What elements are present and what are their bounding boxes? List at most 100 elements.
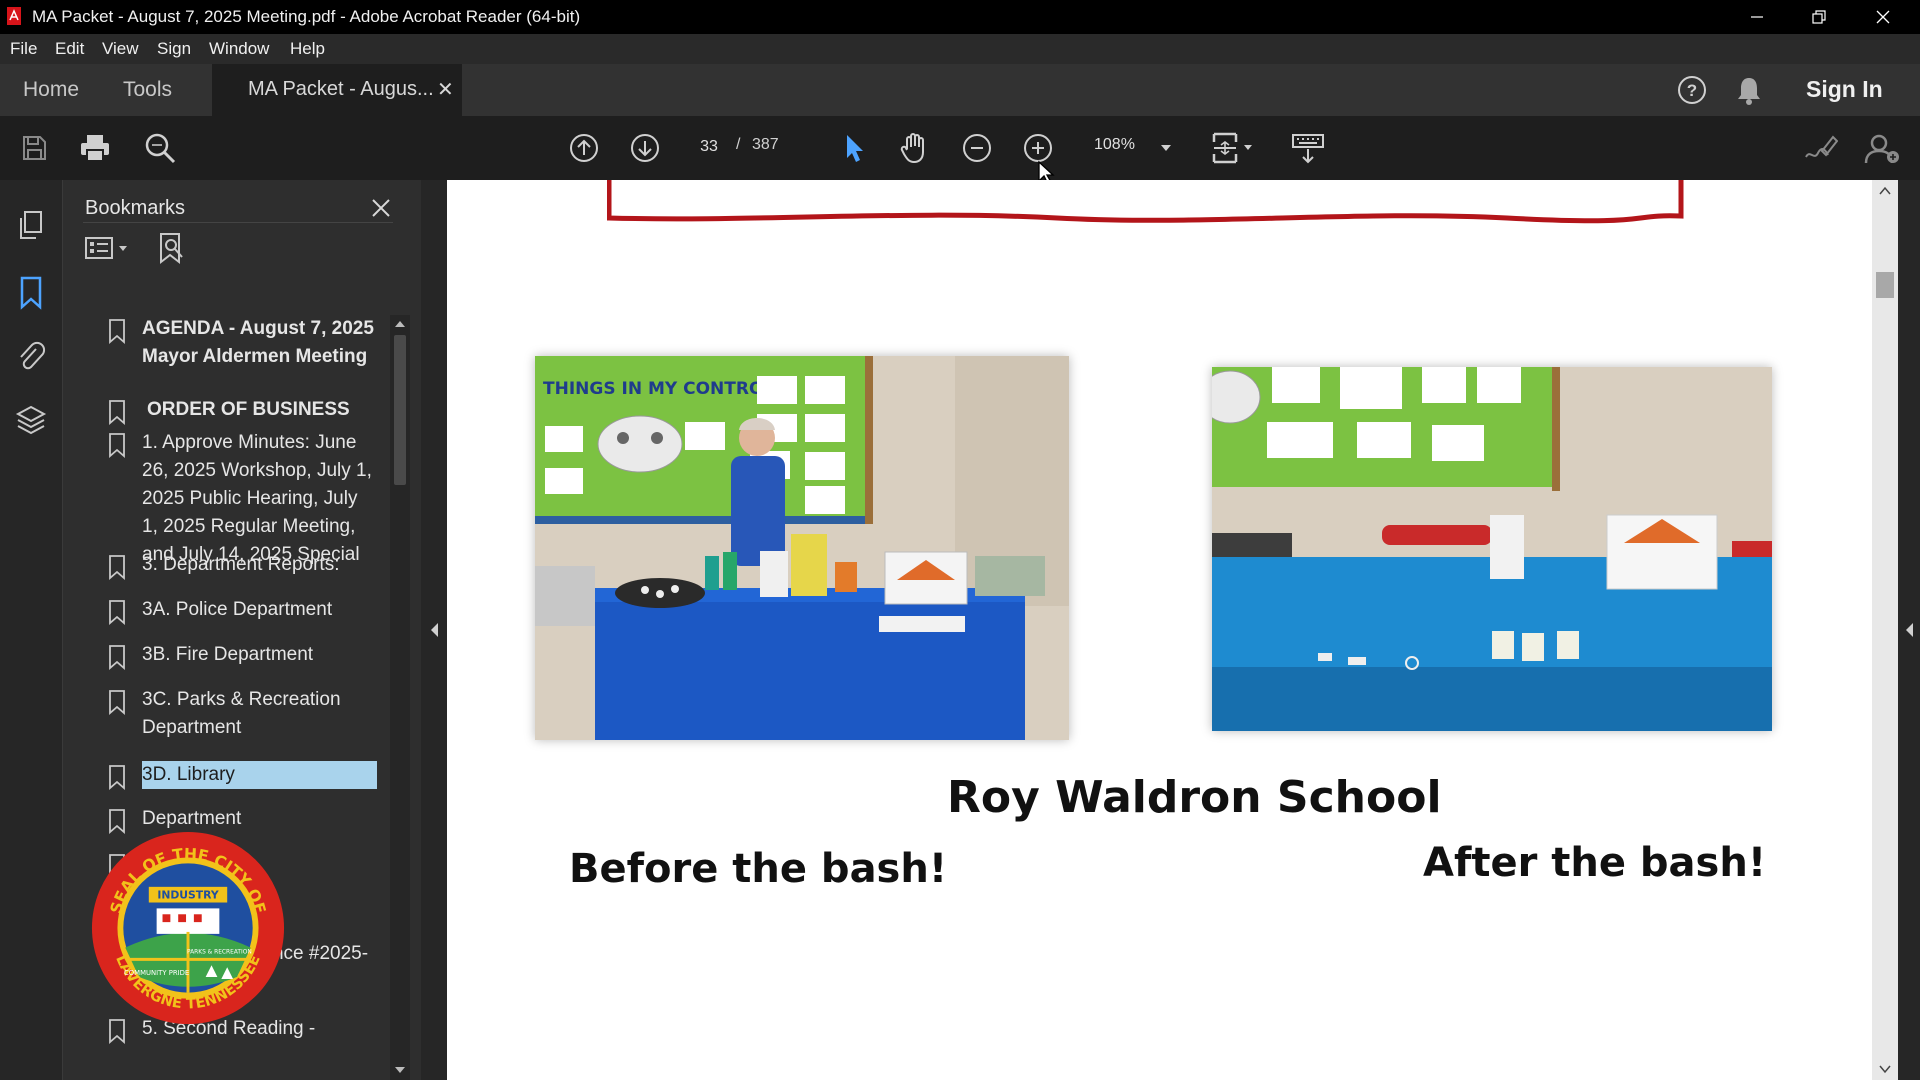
doc-scroll-down-icon[interactable] <box>1879 1064 1891 1074</box>
zoom-out-button[interactable] <box>957 116 997 180</box>
photo-after-image <box>1212 367 1772 731</box>
right-panel-rail <box>1898 180 1920 1080</box>
print-icon <box>81 135 109 162</box>
search-icon <box>145 133 176 164</box>
close-window-button[interactable] <box>1852 0 1914 34</box>
before-caption: Before the bash! <box>569 846 948 892</box>
bookmark-label: 1. Approve Minutes: June 26, 2025 Worksh… <box>142 432 372 565</box>
arrow-down-circle-icon <box>631 134 659 162</box>
tab-bar: Home Tools MA Packet - Augus... ✕ ? Sign… <box>0 64 1920 116</box>
bookmark-label: 3A. Police Department <box>142 599 333 620</box>
bookmark-label: ORDER OF BUSINESS <box>147 399 350 420</box>
bookmark-item[interactable]: AGENDA - August 7, 2025 Mayor Aldermen M… <box>63 315 389 399</box>
menu-window[interactable]: Window <box>209 39 269 59</box>
menu-bar: File Edit View Sign Window Help <box>0 34 1920 64</box>
notification-bell-icon[interactable] <box>1735 74 1763 106</box>
document-page: THINGS IN MY CONTROL Roy Waldron School … <box>447 180 1872 1080</box>
tab-home[interactable]: Home <box>23 78 79 102</box>
select-tool-button[interactable] <box>834 116 874 180</box>
page-thumbnails-icon[interactable] <box>16 210 46 242</box>
expand-right-panel-icon[interactable] <box>1904 622 1914 638</box>
svg-text:PARKS & RECREATION: PARKS & RECREATION <box>187 949 252 955</box>
page-display-button[interactable] <box>1208 116 1258 180</box>
toolbar: 33 / 387 108% <box>0 116 1920 185</box>
bookmark-label: 3. Department Reports: <box>142 554 340 575</box>
menu-help[interactable]: Help <box>290 39 325 59</box>
restore-icon <box>1812 10 1826 24</box>
print-button[interactable] <box>74 116 116 180</box>
tab-tools[interactable]: Tools <box>123 78 172 102</box>
bookmark-item[interactable]: ORDER OF BUSINESS <box>63 396 389 426</box>
bookmark-label: Department <box>142 808 242 829</box>
bookmark-icon <box>108 318 126 349</box>
city-seal-logo: SEAL OF THE CITY OF LAVERGNE TENNESSEE I… <box>91 831 285 1025</box>
page-total: 387 <box>752 136 779 153</box>
navigation-rail <box>0 180 63 1080</box>
restore-button[interactable] <box>1788 0 1850 34</box>
bookmark-item[interactable]: 3. Department Reports: <box>63 551 389 581</box>
next-page-button[interactable] <box>625 116 665 180</box>
save-button[interactable] <box>14 116 54 180</box>
red-frame-border <box>607 180 1684 224</box>
bookmarks-title: Bookmarks <box>85 197 186 219</box>
bookmark-icon <box>108 599 126 630</box>
bookmark-scroll-thumb[interactable] <box>394 335 406 485</box>
panel-splitter[interactable] <box>421 180 447 1080</box>
bookmark-item[interactable]: 3D. Library <box>63 761 389 795</box>
scroll-up-icon[interactable] <box>394 319 406 329</box>
bookmark-icon <box>108 689 126 720</box>
new-bookmark-button[interactable] <box>155 228 191 268</box>
attachments-paperclip-icon[interactable] <box>16 340 46 374</box>
document-scroll-thumb[interactable] <box>1876 272 1894 298</box>
menu-view[interactable]: View <box>102 39 139 59</box>
acrobat-icon <box>7 7 21 25</box>
fill-sign-button[interactable] <box>1800 116 1840 180</box>
photo-before-image: THINGS IN MY CONTROL <box>535 356 1069 740</box>
bookmark-options-button[interactable] <box>83 228 135 268</box>
page-fit-icon <box>1212 132 1252 164</box>
window-title: MA Packet - August 7, 2025 Meeting.pdf -… <box>32 7 581 26</box>
help-icon[interactable]: ? <box>1676 74 1708 106</box>
after-caption: After the bash! <box>1423 840 1767 886</box>
bookmark-item[interactable]: 3A. Police Department <box>63 596 389 626</box>
previous-page-button[interactable] <box>564 116 604 180</box>
bookmark-icon <box>108 399 126 430</box>
share-button[interactable] <box>1860 116 1904 180</box>
photo-before-bash: THINGS IN MY CONTROL <box>535 356 1069 740</box>
collapse-panel-icon[interactable] <box>429 622 439 638</box>
close-panel-icon[interactable] <box>371 198 391 218</box>
minimize-button[interactable] <box>1726 0 1788 34</box>
fill-sign-icon <box>1805 135 1838 158</box>
hand-icon <box>900 133 924 164</box>
options-menu-icon <box>85 237 127 259</box>
add-bookmark-icon <box>160 233 183 265</box>
panel-divider <box>83 222 393 223</box>
close-tab-icon[interactable]: ✕ <box>437 77 454 102</box>
svg-text:?: ? <box>1687 81 1697 100</box>
tab-document[interactable]: MA Packet - Augus... ✕ <box>212 64 462 116</box>
bookmark-item[interactable]: 3B. Fire Department <box>63 641 389 671</box>
hand-tool-button[interactable] <box>894 116 936 180</box>
page-number-input[interactable]: 33 <box>690 133 728 161</box>
zoom-level-input[interactable]: 108% <box>1094 136 1135 154</box>
menu-file[interactable]: File <box>10 39 37 59</box>
scroll-mode-button[interactable] <box>1286 116 1330 180</box>
board-heading: THINGS IN MY CONTROL <box>543 379 774 399</box>
scroll-down-icon[interactable] <box>394 1065 406 1075</box>
share-user-icon <box>1864 134 1899 164</box>
pointer-arrow-icon <box>847 135 863 162</box>
layers-icon[interactable] <box>15 404 47 436</box>
photo-heading: Roy Waldron School <box>947 772 1442 823</box>
bookmarks-panel-icon[interactable] <box>18 276 44 310</box>
document-scrollbar[interactable] <box>1872 180 1898 1080</box>
doc-scroll-up-icon[interactable] <box>1879 186 1891 196</box>
zoom-dropdown-icon[interactable] <box>1160 143 1172 153</box>
bookmark-item[interactable]: 3C. Parks & Recreation Department <box>63 686 389 744</box>
sign-in-button[interactable]: Sign In <box>1806 76 1883 103</box>
menu-sign[interactable]: Sign <box>157 39 191 59</box>
menu-edit[interactable]: Edit <box>55 39 84 59</box>
bookmark-item[interactable]: 1. Approve Minutes: June 26, 2025 Worksh… <box>63 429 389 569</box>
find-button[interactable] <box>138 116 182 180</box>
bookmark-icon <box>108 644 126 675</box>
bookmark-label: 3C. Parks & Recreation Department <box>142 689 341 738</box>
